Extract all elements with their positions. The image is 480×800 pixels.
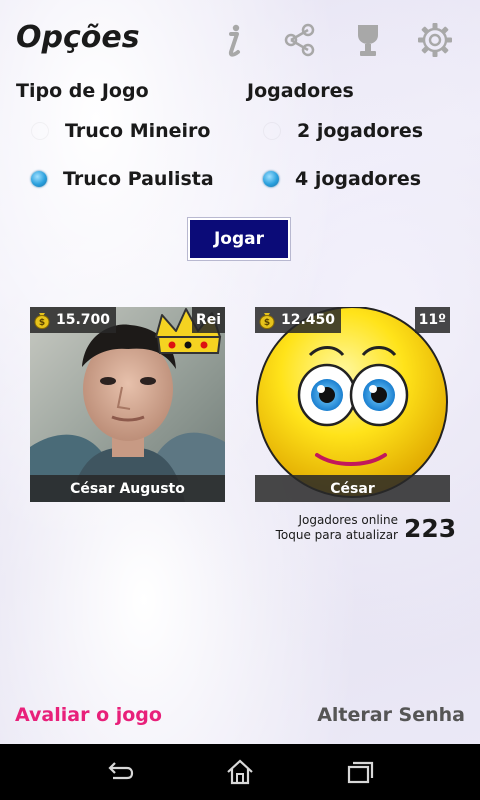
change-password-link[interactable]: Alterar Senha [317,704,465,726]
radio-button-unselected[interactable] [31,122,49,140]
player-card-2[interactable]: $ 12.450 11º César [255,307,450,502]
svg-text:$: $ [264,318,270,328]
trophy-icon[interactable] [350,22,386,58]
svg-text:$: $ [39,318,45,328]
radio-button-unselected[interactable] [263,122,281,140]
coin-bag-icon: $ [259,313,275,329]
player-name: César Augusto [30,475,225,502]
coin-bag-icon: $ [34,313,50,329]
coins-badge: $ 12.450 [255,307,342,333]
smiley-face-avatar [256,307,448,498]
coins-value: 15.700 [56,312,111,328]
coins-badge: $ 15.700 [30,307,117,333]
radio-label: Truco Mineiro [65,120,211,142]
radio-truco-mineiro[interactable]: Truco Mineiro [31,116,210,146]
page-title: Opções [16,20,140,55]
radio-2-jogadores[interactable]: 2 jogadores [263,116,423,146]
radio-button-selected[interactable] [263,171,279,187]
radio-label: 4 jogadores [295,168,422,190]
share-icon[interactable] [282,22,318,58]
tap-to-refresh-label: Toque para atualizar [275,528,398,542]
settings-gear-icon[interactable] [417,22,453,58]
player-name: César [255,475,450,502]
player-card-1[interactable]: $ 15.700 Rei César Augusto [30,307,225,502]
info-icon[interactable] [214,22,250,58]
back-icon[interactable] [105,758,135,786]
radio-label: Truco Paulista [63,168,214,190]
recent-apps-icon[interactable] [345,758,375,786]
rank-badge: Rei [191,307,225,333]
online-players-label: Jogadores online [298,513,398,527]
rate-game-link[interactable]: Avaliar o jogo [15,704,162,726]
radio-label: 2 jogadores [297,120,424,142]
radio-truco-paulista[interactable]: Truco Paulista [31,164,214,194]
radio-4-jogadores[interactable]: 4 jogadores [263,164,421,194]
online-count[interactable]: 223 [404,514,456,543]
home-icon[interactable] [225,758,255,786]
android-nav-bar [0,744,480,800]
play-button[interactable]: Jogar [188,218,290,260]
coins-value: 12.450 [281,312,336,328]
rank-badge: 11º [414,307,450,333]
online-players-refresh[interactable]: Jogadores online Toque para atualizar [270,513,398,543]
radio-button-selected[interactable] [31,171,47,187]
players-heading: Jogadores [247,80,354,102]
game-type-heading: Tipo de Jogo [16,80,149,102]
